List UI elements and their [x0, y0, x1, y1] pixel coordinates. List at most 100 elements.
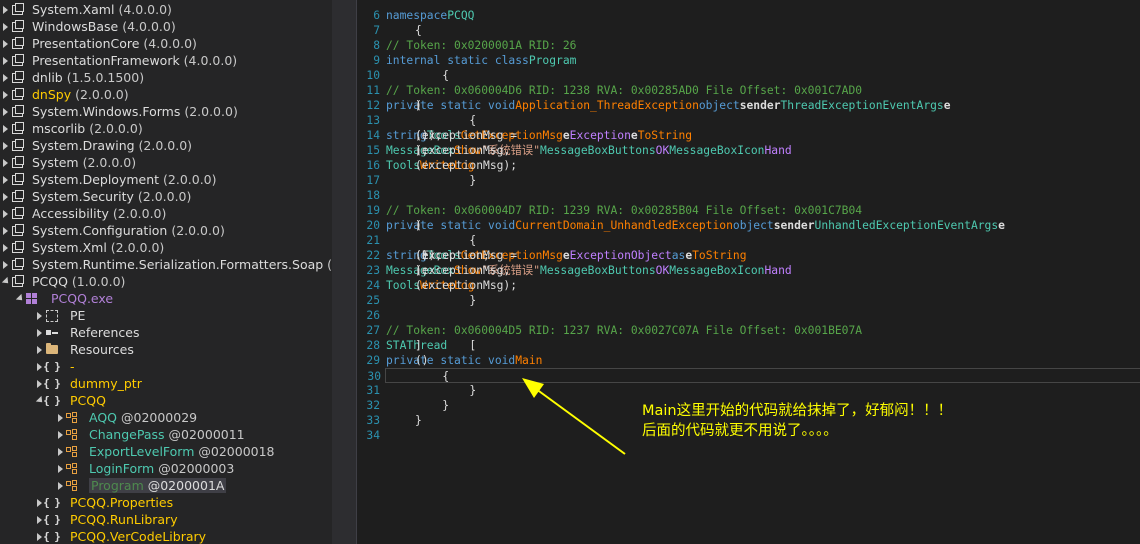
expand-arrow-icon[interactable] — [1, 243, 9, 253]
tree-item[interactable]: mscorlib (2.0.0.0) — [0, 120, 332, 137]
tree-item[interactable]: { } - — [0, 358, 332, 375]
expand-arrow-icon[interactable] — [1, 107, 9, 117]
code-line[interactable]: 11 // Token: 0x060004D6 RID: 1238 RVA: 0… — [357, 83, 1140, 98]
folder-icon — [45, 343, 58, 356]
tree-item[interactable]: { } PCQQ.RunLibrary — [0, 511, 332, 528]
tree-item[interactable]: AQQ @02000029 — [0, 409, 332, 426]
expand-arrow-icon[interactable] — [1, 260, 9, 270]
code-line[interactable]: 25 } — [357, 293, 1140, 308]
tree-item[interactable]: System.Configuration (2.0.0.0) — [0, 222, 332, 239]
tree-item[interactable]: dnlib (1.5.0.1500) — [0, 69, 332, 86]
tree-item[interactable]: References — [0, 324, 332, 341]
code-text: Tools. WriteLog (exceptionMsg); — [386, 159, 518, 172]
expand-arrow-icon[interactable] — [35, 362, 43, 372]
code-line[interactable]: 16 Tools. WriteLog (exceptionMsg); — [357, 158, 1140, 173]
references-icon — [45, 326, 58, 339]
current-code-line[interactable]: 30 { — [367, 368, 1140, 383]
expand-arrow-icon[interactable] — [1, 22, 9, 32]
tree-item[interactable]: Accessibility (2.0.0.0) — [0, 205, 332, 222]
code-line[interactable]: 27 // Token: 0x060004D5 RID: 1237 RVA: 0… — [357, 323, 1140, 338]
tree-item[interactable]: ChangePass @02000011 — [0, 426, 332, 443]
code-line[interactable]: 12 private static void Application_Threa… — [357, 98, 1140, 113]
code-line[interactable]: 23 MessageBox. Show (exceptionMsg, "系统错误",… — [357, 263, 1140, 278]
tree-item[interactable]: PCQQ.exe — [0, 290, 332, 307]
tree-item[interactable]: Resources — [0, 341, 332, 358]
collapse-arrow-icon[interactable] — [15, 294, 23, 304]
expand-arrow-icon[interactable] — [1, 141, 9, 151]
expand-arrow-icon[interactable] — [1, 158, 9, 168]
expand-arrow-icon[interactable] — [1, 124, 9, 134]
expand-arrow-icon[interactable] — [35, 379, 43, 389]
expand-arrow-icon[interactable] — [35, 532, 43, 542]
collapse-arrow-icon[interactable] — [35, 396, 43, 406]
tree-item[interactable]: LoginForm @02000003 — [0, 460, 332, 477]
tree-item[interactable]: PCQQ (1.0.0.0) — [0, 273, 332, 290]
tree-item[interactable]: { } PCQQ — [0, 392, 332, 409]
code-editor[interactable]: 6 namespace PCQQ 7{8 // Token: 0x0200001A … — [357, 0, 1140, 544]
tree-scrollbar[interactable] — [332, 0, 357, 544]
expand-arrow-icon[interactable] — [35, 311, 43, 321]
code-line[interactable]: 17 } — [357, 173, 1140, 188]
tree-item[interactable]: { } PCQQ.VerCodeLibrary — [0, 528, 332, 544]
tree-item[interactable]: System.Xml (2.0.0.0) — [0, 239, 332, 256]
code-line[interactable]: 18 — [357, 188, 1140, 203]
code-line[interactable]: 14 string exceptionMsg = Tools. GetExcept… — [357, 128, 1140, 143]
tree-item[interactable]: WindowsBase (4.0.0.0) — [0, 18, 332, 35]
code-line[interactable]: 8 // Token: 0x0200001A RID: 26 — [357, 38, 1140, 53]
code-line[interactable]: 22 string exceptionMsg = Tools. GetExcept… — [357, 248, 1140, 263]
expand-arrow-icon[interactable] — [1, 175, 9, 185]
code-line[interactable]: 15 MessageBox. Show (exceptionMsg, "系统错误",… — [357, 143, 1140, 158]
tree-item[interactable]: System.Security (2.0.0.0) — [0, 188, 332, 205]
expand-arrow-icon[interactable] — [35, 328, 43, 338]
code-line[interactable]: 29 private static void Main() — [357, 353, 1140, 368]
tree-item[interactable]: System.Runtime.Serialization.Formatters.… — [0, 256, 332, 273]
expand-arrow-icon[interactable] — [35, 498, 43, 508]
expand-arrow-icon[interactable] — [1, 56, 9, 66]
expand-arrow-icon[interactable] — [56, 430, 64, 440]
expand-arrow-icon[interactable] — [1, 226, 9, 236]
tree-item-name: - — [70, 359, 75, 374]
collapse-arrow-icon[interactable] — [1, 277, 9, 287]
expand-arrow-icon[interactable] — [56, 464, 64, 474]
tree-item[interactable]: System.Drawing (2.0.0.0) — [0, 137, 332, 154]
code-line[interactable]: 24 Tools. WriteLog (exceptionMsg); — [357, 278, 1140, 293]
code-line[interactable]: 13 { — [357, 113, 1140, 128]
tree-item[interactable]: PresentationFramework (4.0.0.0) — [0, 52, 332, 69]
code-line[interactable]: 10 { — [357, 68, 1140, 83]
expand-arrow-icon[interactable] — [35, 515, 43, 525]
expand-arrow-icon[interactable] — [1, 5, 9, 15]
tree-item[interactable]: System.Xaml (4.0.0.0) — [0, 1, 332, 18]
expand-arrow-icon[interactable] — [1, 90, 9, 100]
code-line[interactable]: 26 — [357, 308, 1140, 323]
tree-item[interactable]: System.Windows.Forms (2.0.0.0) — [0, 103, 332, 120]
tree-item[interactable]: System.Deployment (2.0.0.0) — [0, 171, 332, 188]
expand-arrow-icon[interactable] — [1, 192, 9, 202]
expand-arrow-icon[interactable] — [56, 413, 64, 423]
expand-arrow-icon[interactable] — [56, 447, 64, 457]
tree-item[interactable]: PresentationCore (4.0.0.0) — [0, 35, 332, 52]
tree-item[interactable]: PE — [0, 307, 332, 324]
expand-arrow-icon[interactable] — [1, 39, 9, 49]
expand-arrow-icon[interactable] — [1, 73, 9, 83]
code-line[interactable]: 9 internal static class Program — [357, 53, 1140, 68]
line-number: 27 — [366, 324, 380, 337]
code-line[interactable]: 6 namespace PCQQ — [357, 8, 1140, 23]
code-line[interactable]: 31 } — [357, 383, 1140, 398]
tree-item[interactable]: Program @0200001A — [0, 477, 332, 494]
expand-arrow-icon[interactable] — [56, 481, 64, 491]
tree-item[interactable]: System (2.0.0.0) — [0, 154, 332, 171]
tree-item[interactable]: ExportLevelForm @02000018 — [0, 443, 332, 460]
code-line[interactable]: 28 [STAThread] — [357, 338, 1140, 353]
tree-item[interactable]: dnSpy (2.0.0.0) — [0, 86, 332, 103]
code-line[interactable]: 21 { — [357, 233, 1140, 248]
tree-item[interactable]: { } dummy_ptr — [0, 375, 332, 392]
expand-arrow-icon[interactable] — [1, 209, 9, 219]
code-text: private static void Main() — [386, 354, 543, 367]
tree-item-name: References — [70, 325, 140, 340]
code-line[interactable]: 7{ — [357, 23, 1140, 38]
tree-item-name: System — [32, 155, 79, 170]
code-line[interactable]: 19 // Token: 0x060004D7 RID: 1239 RVA: 0… — [357, 203, 1140, 218]
code-line[interactable]: 20 private static void CurrentDomain_Unh… — [357, 218, 1140, 233]
expand-arrow-icon[interactable] — [35, 345, 43, 355]
tree-item[interactable]: { } PCQQ.Properties — [0, 494, 332, 511]
